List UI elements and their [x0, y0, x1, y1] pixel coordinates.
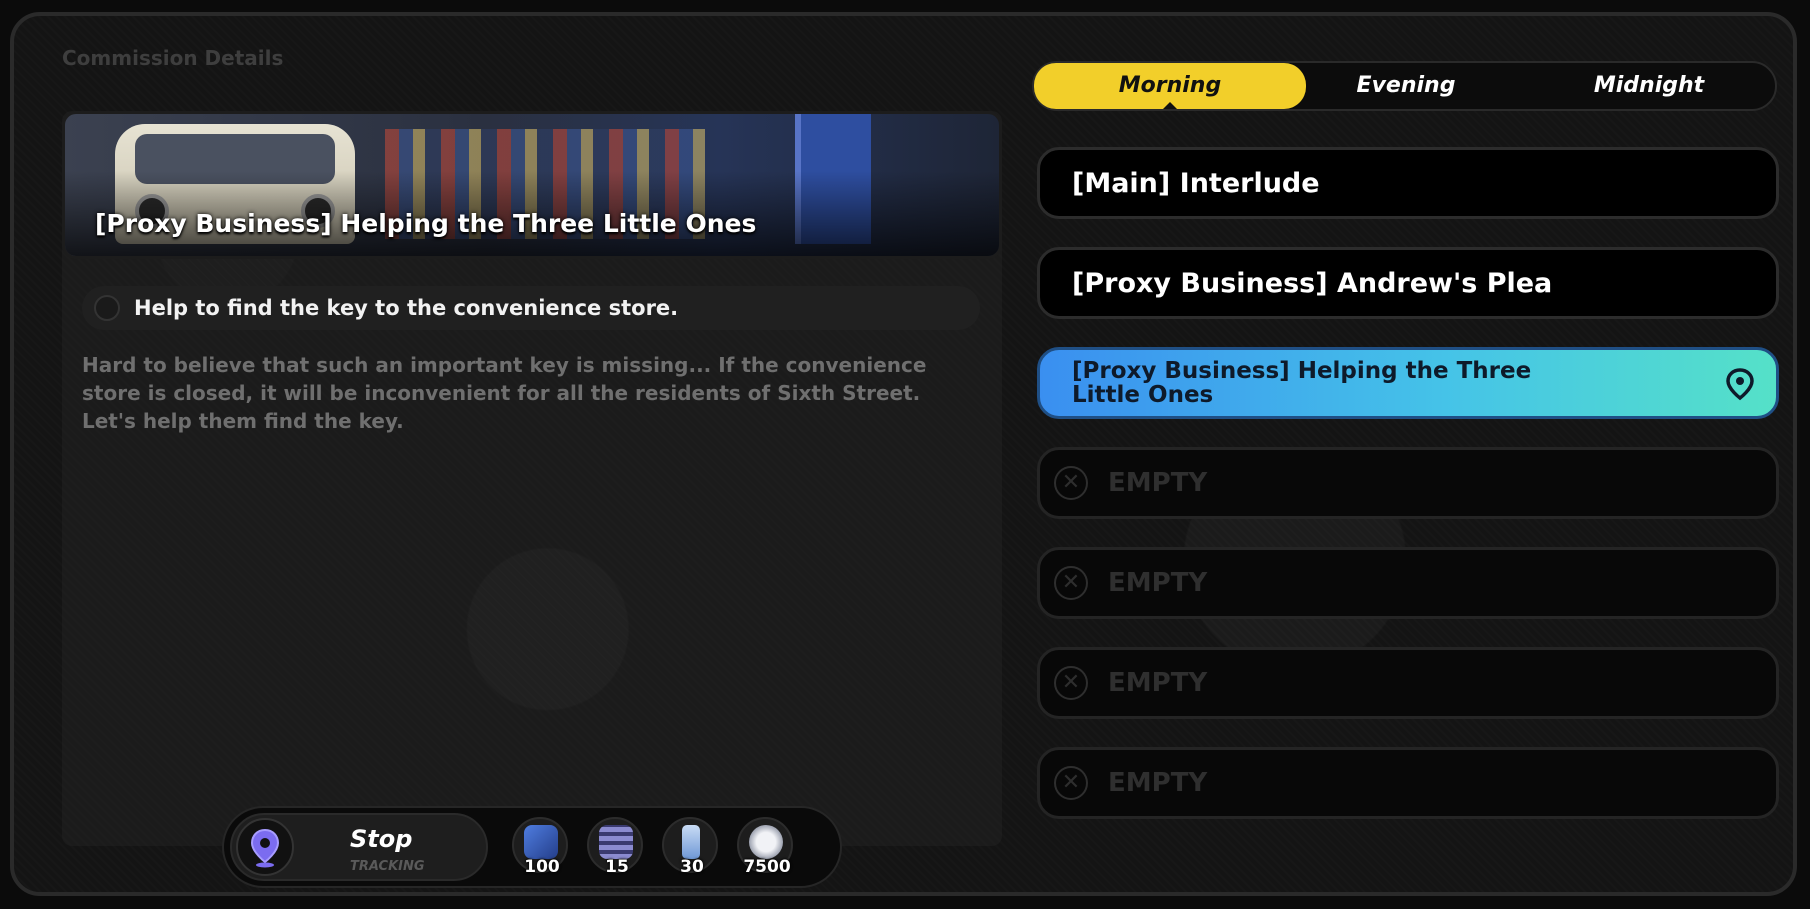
objective-text: Help to find the key to the convenience … — [134, 296, 679, 320]
reward-count: 15 — [605, 857, 629, 877]
battery-icon — [682, 825, 700, 859]
commission-slot-empty: ✕ EMPTY — [1037, 747, 1779, 819]
objective-checkbox-icon — [94, 295, 120, 321]
film-reel-icon — [599, 825, 633, 859]
window-title: Commission Details — [62, 46, 284, 70]
reward-count: 7500 — [743, 857, 791, 877]
objective-row: Help to find the key to the convenience … — [82, 286, 980, 330]
commission-slot-empty: ✕ EMPTY — [1037, 547, 1779, 619]
commission-item-title: EMPTY — [1108, 668, 1208, 698]
tracking-bar: Stop TRACKING 100 15 30 7500 — [222, 806, 842, 888]
denny-coin-icon — [749, 825, 783, 859]
commission-item[interactable]: [Proxy Business] Andrew's Plea — [1037, 247, 1779, 319]
stop-label: Stop — [350, 825, 413, 853]
reward-denny[interactable]: 7500 — [737, 817, 793, 877]
commission-item[interactable]: [Main] Interlude — [1037, 147, 1779, 219]
commission-title: [Proxy Business] Helping the Three Littl… — [95, 209, 757, 238]
commission-item-title: [Proxy Business] Helping the Three Littl… — [1072, 358, 1532, 408]
commission-description: Hard to believe that such an important k… — [82, 353, 927, 433]
commission-item-selected[interactable]: [Proxy Business] Helping the Three Littl… — [1037, 347, 1779, 419]
commission-item-title: [Main] Interlude — [1072, 168, 1320, 199]
close-circle-icon: ✕ — [1054, 766, 1088, 800]
time-of-day-tabs: Morning Evening Midnight — [1032, 61, 1777, 111]
reward-film[interactable]: 15 — [587, 817, 643, 877]
commission-item-title: EMPTY — [1108, 768, 1208, 798]
tracked-location-pin-icon — [1726, 368, 1754, 406]
commission-item-title: EMPTY — [1108, 568, 1208, 598]
reward-count: 30 — [680, 857, 704, 877]
stop-tracking-button[interactable]: Stop TRACKING — [230, 813, 488, 881]
commission-banner: [Proxy Business] Helping the Three Littl… — [62, 111, 1002, 259]
commission-item-title: [Proxy Business] Andrew's Plea — [1072, 268, 1553, 299]
location-pin-icon — [236, 818, 294, 876]
close-circle-icon: ✕ — [1054, 666, 1088, 700]
close-circle-icon: ✕ — [1054, 566, 1088, 600]
tracking-status-label: TRACKING — [350, 859, 425, 874]
reward-count: 100 — [524, 857, 560, 877]
commission-window: Commission Details [Proxy Business] Help… — [10, 12, 1797, 896]
reward-intel-map[interactable]: 100 — [512, 817, 568, 877]
intel-map-icon — [524, 825, 558, 859]
commission-slot-empty: ✕ EMPTY — [1037, 647, 1779, 719]
commission-item-title: EMPTY — [1108, 468, 1208, 498]
reward-battery[interactable]: 30 — [662, 817, 718, 877]
commission-slot-empty: ✕ EMPTY — [1037, 447, 1779, 519]
tab-midnight[interactable]: Midnight — [1524, 63, 1774, 109]
close-circle-icon: ✕ — [1054, 466, 1088, 500]
tab-evening[interactable]: Evening — [1282, 63, 1530, 109]
tab-morning[interactable]: Morning — [1034, 63, 1306, 109]
commission-detail-panel: [Proxy Business] Helping the Three Littl… — [62, 111, 1002, 846]
